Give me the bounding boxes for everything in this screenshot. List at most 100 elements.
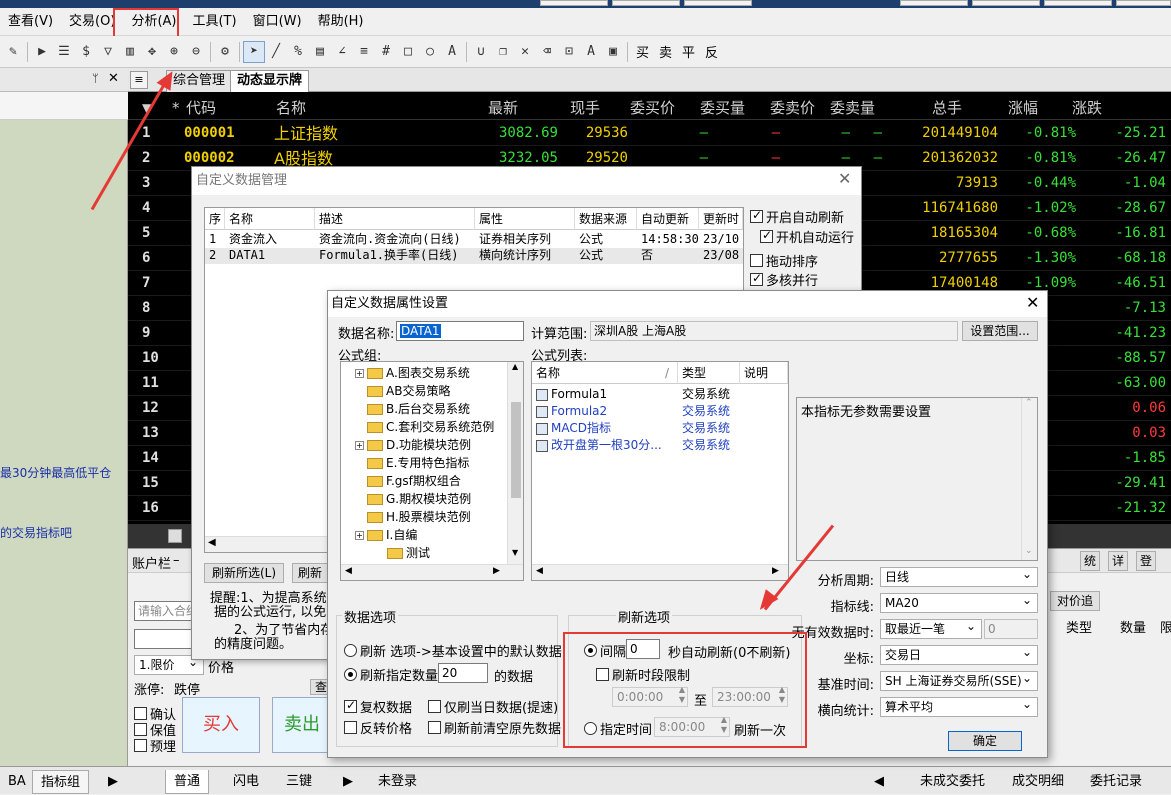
scroll-left-icon[interactable]: ◀ bbox=[345, 566, 352, 576]
tree-spacer[interactable] bbox=[355, 405, 364, 414]
menu-view[interactable]: 查看(V) bbox=[0, 8, 61, 36]
tree-item[interactable]: 测试 bbox=[355, 544, 505, 562]
formula-list-item[interactable]: 改开盘第一根30分... 交易系统 bbox=[536, 437, 786, 454]
field-select[interactable]: 取最近一笔 bbox=[880, 617, 982, 639]
tree-item[interactable]: + I.自编 bbox=[355, 526, 505, 544]
indicator-link[interactable]: 的交易指标吧 bbox=[0, 524, 72, 541]
close-icon[interactable]: ✕ bbox=[108, 71, 119, 86]
formula-list-item[interactable]: Formula2 交易系统 bbox=[536, 403, 786, 420]
list-row[interactable]: 2 DATA1 Formula1.换手率(日线) 横向统计序列 公式 否 23/… bbox=[205, 248, 743, 264]
bottom-tab-indicator-group[interactable]: 指标组 bbox=[32, 770, 90, 794]
preorder-checkbox[interactable]: 预埋 bbox=[134, 736, 176, 755]
tab-dynamic-board[interactable]: 动态显示牌 bbox=[230, 70, 310, 92]
tab-flash[interactable]: 闪电 bbox=[225, 770, 267, 794]
close-icon[interactable]: ✕ bbox=[838, 169, 851, 188]
price-chase-tab[interactable]: 对价追 bbox=[1050, 591, 1100, 611]
tree-item[interactable]: F.gsf期权组合 bbox=[355, 472, 505, 490]
text-icon[interactable]: A bbox=[441, 41, 463, 63]
magnet-icon[interactable]: ∪ bbox=[470, 41, 492, 63]
tree-spacer[interactable] bbox=[375, 549, 384, 558]
refresh-default-radio[interactable]: 刷新 选项->基本设置中的默认数据 bbox=[344, 641, 562, 660]
tab-prev-icon[interactable]: ▶ bbox=[100, 770, 126, 794]
refresh-count-input[interactable]: 20 bbox=[438, 663, 488, 683]
col-bid[interactable]: 委买价 bbox=[630, 96, 675, 120]
delete-icon[interactable]: ✕ bbox=[514, 41, 536, 63]
quote-row[interactable]: 1 000001 上证指数 3082.69 29536— — — —201449104 -0.8… bbox=[128, 121, 1171, 146]
menu-window[interactable]: 窗口(W) bbox=[245, 8, 310, 36]
window-button[interactable] bbox=[972, 0, 1040, 6]
tree-hscrollbar[interactable]: ◀ ▶ bbox=[341, 564, 523, 580]
gear-icon[interactable]: ⚙ bbox=[214, 41, 236, 63]
scroll-up-icon[interactable]: ▲ bbox=[512, 362, 518, 371]
col-pct[interactable]: 涨幅 bbox=[1008, 96, 1038, 120]
formula-list-item[interactable]: MACD指标 交易系统 bbox=[536, 420, 786, 437]
circle-icon[interactable]: ○ bbox=[419, 41, 441, 63]
trash-icon[interactable]: ⌫ bbox=[536, 41, 558, 63]
scroll-left-icon[interactable]: ◀ bbox=[536, 566, 543, 576]
field-select[interactable]: MA20 bbox=[880, 591, 1038, 613]
scroll-down-icon[interactable]: ⌄ bbox=[1025, 546, 1033, 556]
clear-before-refresh-checkbox[interactable]: 刷新前清空原先数据 bbox=[428, 718, 561, 737]
font-color-icon[interactable]: A bbox=[580, 41, 602, 63]
list-header[interactable]: 描述 bbox=[315, 208, 475, 230]
scroll-thumb[interactable] bbox=[511, 402, 521, 498]
rectangle-icon[interactable]: □ bbox=[397, 41, 419, 63]
window-button[interactable] bbox=[540, 0, 608, 6]
field-select[interactable]: 算术平均 bbox=[880, 695, 1038, 717]
refresh-selected-button[interactable]: 刷新所选(L) bbox=[204, 563, 284, 583]
window-button[interactable] bbox=[612, 0, 680, 6]
col-bid-vol[interactable]: 委买量 bbox=[700, 96, 745, 120]
strategy-link[interactable]: 最30分钟最高低平仓 bbox=[0, 464, 111, 481]
pin-icon[interactable]: ᛘ bbox=[92, 72, 99, 85]
tree-spacer[interactable] bbox=[355, 513, 364, 522]
tree-item[interactable]: C.套利交易系统范例 bbox=[355, 418, 505, 436]
formula-list-header[interactable]: 类型 bbox=[678, 362, 740, 384]
scroll-down-icon[interactable]: ▼ bbox=[512, 548, 518, 557]
field-select[interactable]: SH 上海证券交易所(SSE) bbox=[880, 669, 1038, 691]
line-icon[interactable]: ╱ bbox=[265, 41, 287, 63]
list-header[interactable]: 更新时 bbox=[699, 208, 743, 230]
bottom-tab-ba[interactable]: BA bbox=[0, 770, 34, 794]
tree-item[interactable]: + A.图表交易系统 bbox=[355, 364, 505, 382]
levels-icon[interactable]: ≡ bbox=[353, 41, 375, 63]
col-last[interactable]: 最新 bbox=[488, 96, 518, 120]
reverse-price-checkbox[interactable]: 反转价格 bbox=[344, 718, 412, 737]
col-ask-vol[interactable]: 委卖量 bbox=[830, 96, 875, 120]
adjusted-data-checkbox[interactable]: 复权数据 bbox=[344, 697, 412, 716]
list-icon[interactable]: ☰ bbox=[53, 41, 75, 63]
scroll-right-icon[interactable]: ▶ bbox=[493, 566, 500, 576]
tab-scroll-icon[interactable]: ≡ bbox=[130, 71, 148, 89]
copy-icon[interactable]: ❐ bbox=[492, 41, 514, 63]
stat-button[interactable]: 统 bbox=[1080, 551, 1100, 571]
toolbar-reverse[interactable]: 反 bbox=[700, 42, 723, 61]
menu-tools[interactable]: 工具(T) bbox=[184, 8, 244, 36]
tab-left-icon[interactable]: ◀ bbox=[866, 770, 892, 794]
desc-vscrollbar[interactable]: ⌃ ⌄ bbox=[1021, 398, 1037, 560]
login-button[interactable]: 登 bbox=[1136, 551, 1156, 571]
refresh-count-radio[interactable]: 刷新指定数量 bbox=[344, 665, 438, 684]
list-header[interactable]: 数据来源 bbox=[575, 208, 637, 230]
tree-vscrollbar[interactable]: ▲ ▼ bbox=[507, 362, 523, 564]
col-total[interactable]: 总手 bbox=[932, 96, 962, 120]
multicore-checkbox[interactable]: 多核并行 bbox=[750, 270, 818, 289]
tree-item[interactable]: H.股票模块范例 bbox=[355, 508, 505, 526]
list-header[interactable]: 名称 bbox=[225, 208, 315, 230]
refresh-new-button[interactable]: 刷新 bbox=[292, 563, 328, 583]
save-icon[interactable]: ▣ bbox=[602, 41, 624, 63]
window-button[interactable] bbox=[900, 0, 968, 6]
scroll-left-icon[interactable] bbox=[168, 529, 182, 543]
tree-spacer[interactable] bbox=[355, 387, 364, 396]
close-icon[interactable]: ✕ bbox=[1026, 293, 1039, 312]
list-hscrollbar[interactable]: ◀ ▶ bbox=[532, 564, 788, 580]
set-range-button[interactable]: 设置范围... bbox=[962, 321, 1038, 341]
tree-spacer[interactable] bbox=[355, 495, 364, 504]
menu-help[interactable]: 帮助(H) bbox=[310, 8, 372, 36]
tab-normal[interactable]: 普通 bbox=[165, 770, 210, 794]
account-minimize-icon[interactable]: – bbox=[173, 553, 180, 568]
tab-fills[interactable]: 成交明细 bbox=[1004, 770, 1072, 794]
data-name-input[interactable]: DATA1 bbox=[396, 321, 524, 341]
tree-spacer[interactable] bbox=[355, 423, 364, 432]
scroll-right-icon[interactable]: ▶ bbox=[772, 566, 779, 576]
ok-button[interactable]: 确定 bbox=[948, 731, 1022, 751]
field-select[interactable]: 日线 bbox=[880, 565, 1038, 587]
